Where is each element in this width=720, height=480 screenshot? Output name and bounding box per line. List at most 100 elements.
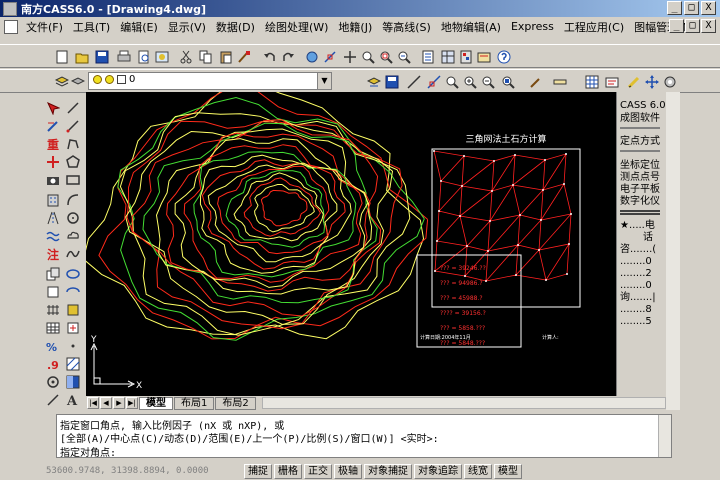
water-icon[interactable] [44, 228, 62, 244]
title-bar[interactable]: 南方CASS6.0 - [Drawing4.dwg] _ □ X [0, 0, 720, 17]
cut-icon[interactable] [178, 49, 194, 65]
snap-icon[interactable] [322, 49, 338, 65]
zoom-all-icon[interactable] [500, 74, 516, 90]
camera-icon[interactable] [44, 172, 62, 188]
publish-icon[interactable] [154, 49, 170, 65]
circle-icon[interactable] [64, 210, 82, 226]
osnap-toggle[interactable]: 对象捕捉 [364, 463, 412, 479]
menu-cadastre[interactable]: 地籍(J) [333, 19, 377, 35]
layer-state-icon[interactable] [70, 74, 86, 90]
menu-drawing[interactable]: 绘图处理(W) [260, 19, 333, 35]
markup-icon[interactable] [476, 49, 492, 65]
command-scrollbar[interactable] [658, 415, 671, 457]
panel-item-e-tablet[interactable]: 电子平板 [620, 184, 660, 196]
prev-tab-icon[interactable]: ◀ [100, 397, 112, 409]
zoom-window-icon[interactable] [378, 49, 394, 65]
line-icon[interactable] [406, 74, 422, 90]
doc-restore-button[interactable]: □ [685, 19, 700, 33]
panel-item-locate-mode[interactable]: 定点方式 [620, 136, 660, 148]
match-icon[interactable] [236, 49, 252, 65]
hyperlink-icon[interactable] [304, 49, 320, 65]
polygon-icon[interactable] [64, 154, 82, 170]
road-icon[interactable] [44, 210, 62, 226]
model-toggle[interactable]: 模型 [494, 463, 522, 479]
zoom-in-icon[interactable] [462, 74, 478, 90]
tab-layout2[interactable]: 布局2 [215, 396, 256, 410]
menu-data[interactable]: 数据(D) [211, 19, 260, 35]
ellipse-arc-icon[interactable] [64, 284, 82, 300]
zoom-previous-icon[interactable] [396, 49, 412, 65]
settings-icon[interactable] [662, 74, 678, 90]
maximize-button[interactable]: □ [684, 1, 699, 15]
zoom-out-icon[interactable] [480, 74, 496, 90]
select-icon[interactable] [44, 100, 62, 116]
design-center-icon[interactable] [440, 49, 456, 65]
layer-dropdown[interactable]: 0 ▼ [88, 72, 332, 90]
snap-toggle[interactable]: 捕捉 [244, 463, 272, 479]
menu-feature-edit[interactable]: 地物编辑(A) [436, 19, 506, 35]
gradient-icon[interactable] [64, 374, 82, 390]
cloud-icon[interactable] [64, 228, 82, 244]
menu-express[interactable]: Express [506, 20, 559, 33]
paste-icon[interactable] [218, 49, 234, 65]
new-icon[interactable] [54, 49, 70, 65]
ortho-toggle[interactable]: 正交 [304, 463, 332, 479]
control-point-icon[interactable] [44, 374, 62, 390]
undo-icon[interactable] [262, 49, 278, 65]
vertical-scrollbar[interactable] [666, 92, 680, 410]
hatch-icon[interactable] [64, 356, 82, 372]
app-icon[interactable] [3, 1, 17, 16]
layers-icon[interactable] [54, 74, 70, 90]
menu-edit[interactable]: 编辑(E) [115, 19, 163, 35]
ruler-icon[interactable] [552, 74, 568, 90]
save-icon[interactable] [384, 74, 400, 90]
polar-toggle[interactable]: 极轴 [334, 463, 362, 479]
preview-icon[interactable] [136, 49, 152, 65]
table-icon[interactable] [44, 320, 62, 336]
menu-contour[interactable]: 等高线(S) [377, 19, 436, 35]
grid-icon[interactable] [584, 74, 600, 90]
square-icon[interactable] [44, 284, 62, 300]
last-tab-icon[interactable]: ▶| [126, 397, 138, 409]
zoom-realtime-icon[interactable] [360, 49, 376, 65]
note-icon[interactable]: 注 [44, 246, 62, 262]
building-icon[interactable] [44, 192, 62, 208]
spline-icon[interactable] [64, 246, 82, 262]
dimension-icon[interactable] [426, 74, 442, 90]
vegetation-icon[interactable]: % [44, 338, 62, 354]
first-tab-icon[interactable]: |◀ [87, 397, 99, 409]
dot-icon[interactable] [64, 338, 82, 354]
edit-text-icon[interactable] [604, 74, 620, 90]
insert-block-icon[interactable] [64, 320, 82, 336]
pencil-icon[interactable] [44, 118, 62, 134]
panel-item-point-number[interactable]: 测点点号 [620, 172, 660, 184]
help-icon[interactable] [496, 49, 512, 65]
minimize-button[interactable]: _ [667, 1, 682, 15]
rectangle-icon[interactable] [64, 172, 82, 188]
zoom-icon[interactable] [444, 74, 460, 90]
command-prompt[interactable]: 指定对角点: [60, 444, 116, 459]
mark-icon[interactable]: 重 [44, 136, 62, 152]
layer-previous-icon[interactable] [366, 74, 382, 90]
save-icon[interactable] [94, 49, 110, 65]
multiline-text-icon[interactable]: A [64, 392, 82, 408]
point-cross-icon[interactable] [44, 154, 62, 170]
ellipse-icon[interactable] [64, 266, 82, 282]
menu-file[interactable]: 文件(F) [21, 19, 68, 35]
print-icon[interactable] [116, 49, 132, 65]
doc-minimize-button[interactable]: _ [669, 19, 684, 33]
redo-icon[interactable] [280, 49, 296, 65]
menu-engineering[interactable]: 工程应用(C) [559, 19, 629, 35]
fence-icon[interactable] [44, 302, 62, 318]
drawing-canvas[interactable]: 三角网法土石方计算 ??? = 39246.?? ??? = 94986.? ?… [86, 92, 616, 396]
document-icon[interactable] [4, 19, 18, 34]
next-tab-icon[interactable]: ▶ [113, 397, 125, 409]
tab-model[interactable]: 模型 [139, 396, 173, 410]
pan-icon[interactable] [342, 49, 358, 65]
line-icon[interactable] [64, 100, 82, 116]
draw-icon[interactable] [626, 74, 642, 90]
command-line[interactable]: 指定窗口角点, 输入比例因子 (nX 或 nXP), 或 [全部(A)/中心点(… [56, 414, 672, 459]
polyline-icon[interactable] [64, 136, 82, 152]
open-icon[interactable] [74, 49, 90, 65]
doc-close-button[interactable]: X [701, 19, 716, 33]
